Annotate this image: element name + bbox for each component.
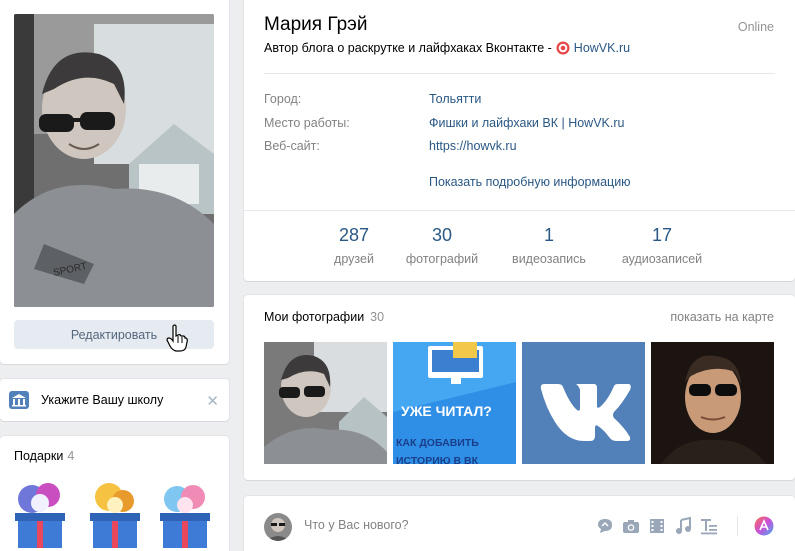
gift-box-icon[interactable] [85, 481, 145, 551]
status-link[interactable]: HowVK.ru [574, 41, 630, 55]
info-value-city[interactable]: Тольятти [429, 92, 481, 106]
avatar-card: SPORT Редактировать [0, 0, 229, 364]
photos-title-label: Мои фотографии [264, 310, 365, 324]
show-on-map-link[interactable]: показать на карте [670, 310, 774, 324]
camera-icon[interactable] [622, 517, 640, 535]
thumb-headline: УЖЕ ЧИТАЛ? [401, 403, 492, 419]
close-icon[interactable]: ✕ [206, 392, 219, 410]
counter-audios[interactable]: 17 аудиозаписей [607, 225, 717, 266]
profile-name: Мария Грэй [264, 14, 368, 35]
info-value-website[interactable]: https://howvk.ru [429, 139, 517, 153]
counter-photos[interactable]: 30 фотографий [387, 225, 497, 266]
gifts-count: 4 [67, 449, 75, 463]
new-post-input[interactable]: Что у Вас нового? [304, 518, 409, 532]
photo-thumbnail[interactable] [651, 342, 774, 464]
gifts-title-label: Подарки [14, 449, 64, 463]
hand-cursor-icon [166, 324, 188, 352]
status-text: Автор блога о раскрутке и лайфхаках Вкон… [264, 41, 552, 55]
photos-title[interactable]: Мои фотографии 30 [264, 310, 384, 324]
photos-card: Мои фотографии 30 показать на карте УЖЕ Ч… [244, 295, 795, 480]
divider [264, 73, 775, 74]
text-format-icon[interactable] [700, 517, 718, 535]
gifts-card: Подарки 4 [0, 436, 229, 551]
online-status: Online [737, 20, 774, 34]
counter-value: 1 [543, 225, 554, 245]
video-icon[interactable] [648, 517, 666, 535]
photo-thumbnail[interactable] [264, 342, 387, 464]
counter-value: 17 [651, 225, 673, 245]
prisma-icon[interactable] [754, 516, 774, 536]
graffiti-icon[interactable] [596, 517, 614, 535]
target-icon [556, 41, 570, 55]
gift-box-icon[interactable] [155, 481, 215, 551]
photos-count: 30 [370, 310, 385, 324]
info-label: Город: [264, 92, 302, 106]
music-icon[interactable] [674, 517, 692, 535]
counter-videos[interactable]: 1 видеозапись [494, 225, 604, 266]
avatar[interactable] [264, 513, 292, 541]
info-value-work[interactable]: Фишки и лайфхаки ВК | HowVK.ru [429, 116, 624, 130]
school-prompt-card[interactable]: Укажите Вашу школу ✕ [0, 379, 229, 421]
divider [737, 516, 738, 536]
counter-label: видеозапись [512, 252, 586, 266]
gifts-title[interactable]: Подарки 4 [14, 449, 74, 463]
profile-photo[interactable]: SPORT [14, 14, 214, 307]
profile-status: Автор блога о раскрутке и лайфхаках Вкон… [264, 41, 630, 55]
thumb-subline: КАК ДОБАВИТЬ [396, 437, 479, 449]
divider [244, 210, 795, 211]
show-more-info-link[interactable]: Показать подробную информацию [429, 175, 631, 189]
counter-label: аудиозаписей [621, 252, 703, 266]
school-prompt-text: Укажите Вашу школу [41, 393, 164, 407]
new-post-card: Что у Вас нового? [244, 496, 795, 551]
info-label: Веб-сайт: [264, 139, 320, 153]
counter-value: 30 [431, 225, 453, 245]
school-icon [9, 391, 29, 409]
photo-thumbnail[interactable] [522, 342, 645, 464]
photo-thumbnail[interactable]: УЖЕ ЧИТАЛ? КАК ДОБАВИТЬ ИСТОРИЮ В ВК [393, 342, 516, 464]
gift-box-icon[interactable] [10, 481, 70, 551]
info-label: Место работы: [264, 116, 350, 130]
thumb-subline: ИСТОРИЮ В ВК [396, 455, 479, 464]
profile-info-card: Мария Грэй Online Автор блога о раскрутк… [244, 0, 795, 281]
vk-logo-icon [522, 342, 645, 464]
counter-label: фотографий [405, 252, 479, 266]
